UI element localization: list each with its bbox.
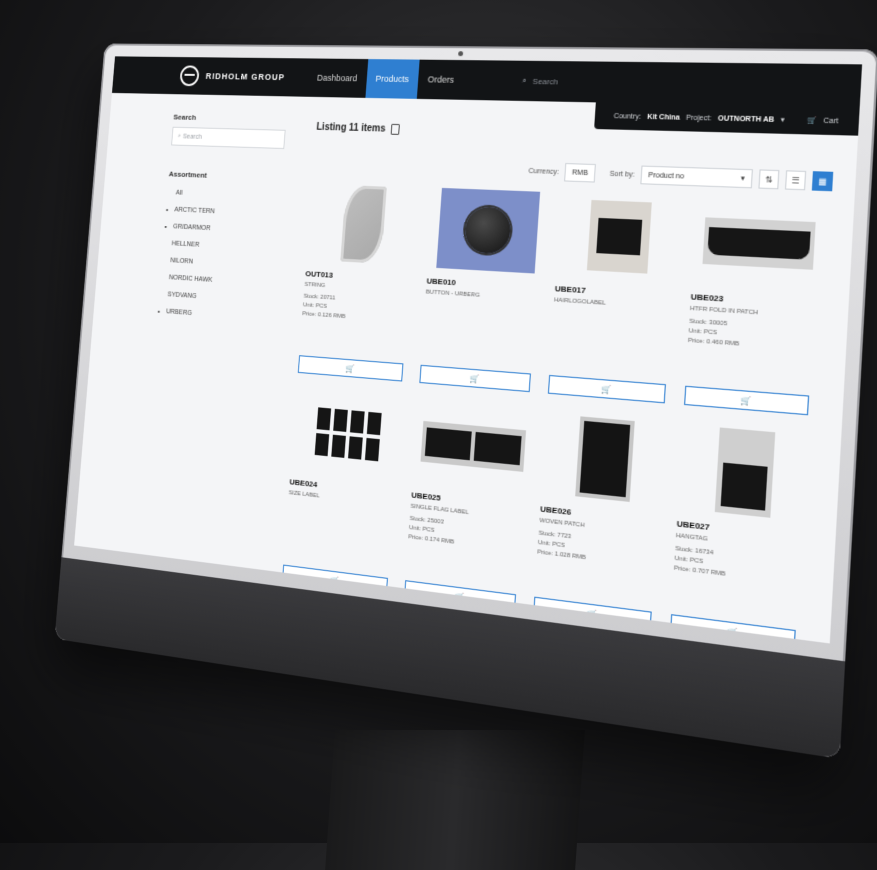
product-card[interactable]: UBE027 HANGTAG Stock: 16734 Unit: PCS Pr… — [670, 422, 814, 643]
monitor-stage: RIDHOLM GROUP Dashboard Products Orders … — [0, 0, 877, 843]
product-image[interactable] — [545, 411, 666, 509]
sort-label: Sort by: — [609, 170, 635, 178]
country-selector[interactable]: Kit China — [647, 113, 680, 121]
top-search-bar[interactable]: ⌕ Search — [522, 76, 558, 87]
project-label: Project: — [686, 114, 712, 122]
product-card[interactable]: UBE010 BUTTON - URBERG 🛒 — [419, 187, 549, 393]
chevron-down-icon: ▾ — [741, 174, 745, 183]
product-image[interactable] — [294, 389, 403, 481]
leaf-tag-image — [340, 185, 387, 264]
nav-tab-dashboard[interactable]: Dashboard — [307, 58, 368, 97]
product-image[interactable] — [310, 182, 418, 268]
brand-logo[interactable]: RIDHOLM GROUP — [179, 65, 285, 87]
search-icon: ⌕ — [522, 76, 527, 86]
hangtag-artwork — [721, 463, 768, 511]
currency-label: Currency: — [528, 167, 559, 175]
nav-tab-orders[interactable]: Orders — [417, 60, 465, 100]
cart-plus-icon: 🛒 — [740, 395, 752, 406]
button-disc — [464, 206, 512, 255]
size-label-swatch — [333, 409, 348, 432]
label-artwork — [596, 218, 642, 255]
export-document-icon[interactable] — [391, 124, 400, 135]
woven-patch-artwork — [580, 421, 631, 497]
hangtag-image — [715, 427, 776, 517]
list-view-icon[interactable]: ☰ — [785, 170, 806, 190]
currency-select[interactable]: RMB — [564, 163, 595, 183]
product-image[interactable] — [682, 422, 809, 523]
size-label-swatch — [331, 435, 346, 458]
add-to-cart-button[interactable]: 🛒 — [684, 386, 809, 416]
add-to-cart-button[interactable]: 🛒 — [548, 375, 666, 403]
add-to-cart-button[interactable]: 🛒 — [298, 355, 404, 381]
product-card[interactable]: UBE024 SIZE LABEL 🛒 — [282, 389, 407, 598]
sidebar-search-placeholder: Search — [183, 133, 202, 140]
cart-icon[interactable]: 🛒 — [807, 116, 817, 125]
country-label: Country: — [613, 113, 641, 121]
chevron-down-icon[interactable]: ▾ — [780, 116, 784, 125]
size-label-swatch — [367, 412, 382, 435]
listing-toolbar: Currency: RMB Sort by: Product no ▾ ⇅ ☰ … — [528, 162, 833, 191]
woven-label-image — [587, 200, 652, 274]
size-label-swatch — [350, 410, 365, 433]
sidebar-search-input[interactable]: ⌕ Search — [171, 127, 286, 149]
product-card[interactable]: UBE025 SINGLE FLAG LABEL Stock: 25003 Un… — [404, 399, 535, 614]
sidebar: Search ⌕ Search Assortment All • ARCTIC T… — [157, 113, 287, 328]
flag-label-swatch — [425, 427, 472, 460]
flag-label-swatch — [474, 432, 522, 465]
monitor: RIDHOLM GROUP Dashboard Products Orders … — [55, 43, 877, 758]
product-image[interactable] — [416, 399, 530, 494]
size-label-swatch — [365, 438, 380, 461]
brand-name: RIDHOLM GROUP — [205, 71, 285, 82]
top-search-placeholder: Search — [532, 76, 558, 85]
cart-label[interactable]: Cart — [823, 117, 838, 125]
product-card[interactable]: UBE026 WOVEN PATCH Stock: 7723 Unit: PCS… — [533, 410, 670, 632]
nav-tab-products[interactable]: Products — [365, 59, 420, 99]
size-labels-image — [315, 407, 382, 461]
brand-logo-icon — [179, 65, 199, 86]
sidebar-search-title: Search — [173, 113, 287, 124]
size-label-swatch — [348, 436, 363, 459]
flag-labels-image — [421, 421, 527, 472]
listing-title: Listing 11 items — [316, 122, 386, 135]
top-navigation-bar: RIDHOLM GROUP Dashboard Products Orders … — [112, 56, 862, 107]
product-image[interactable] — [696, 197, 823, 291]
product-listing: Listing 11 items Currency: RMB Sort by: … — [283, 122, 858, 643]
cart-plus-icon: 🛒 — [345, 363, 355, 373]
product-card[interactable]: OUT013 STRING Stock: 20711 Unit: PCS Pri… — [298, 182, 422, 382]
product-image[interactable] — [560, 192, 680, 283]
size-label-swatch — [317, 407, 332, 430]
product-card[interactable]: UBE017 HAIRLOGOLABEL 🛒 — [548, 192, 684, 404]
product-card[interactable]: UBE023 HTFR FOLD IN PATCH Stock: 30005 U… — [684, 197, 827, 416]
button-image — [436, 188, 540, 274]
app-screen: RIDHOLM GROUP Dashboard Products Orders … — [74, 56, 862, 643]
sort-select-value: Product no — [648, 171, 684, 180]
add-to-cart-button[interactable]: 🛒 — [419, 365, 531, 392]
cart-plus-icon: 🛒 — [601, 384, 612, 394]
filter-icon[interactable]: ⇅ — [758, 169, 779, 189]
sort-select[interactable]: Product no ▾ — [640, 166, 753, 189]
assortment-title: Assortment — [168, 170, 282, 183]
patch-image — [702, 217, 815, 269]
patch-artwork — [707, 227, 810, 260]
woven-patch-image — [575, 416, 635, 502]
assortment-list: All • ARCTIC TERN • GRIDARMOR HELLNER NILO… — [157, 184, 281, 328]
product-grid: OUT013 STRING Stock: 20711 Unit: PCS Pri… — [282, 182, 827, 644]
size-label-swatch — [315, 433, 330, 456]
product-image[interactable] — [431, 187, 545, 275]
grid-view-icon[interactable]: ▦ — [812, 171, 833, 191]
cart-plus-icon: 🛒 — [469, 373, 479, 383]
project-selector[interactable]: OUTNORTH AB — [718, 115, 775, 124]
